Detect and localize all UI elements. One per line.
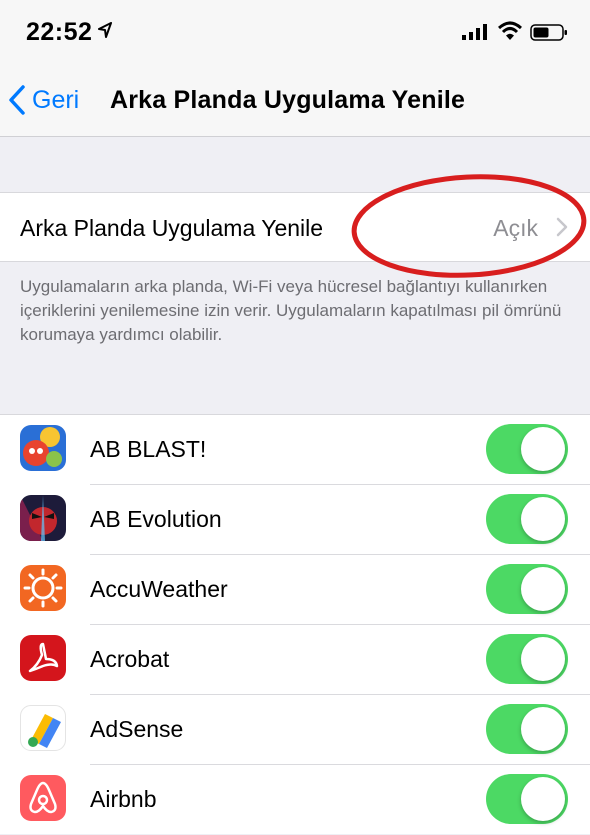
- background-refresh-toggle[interactable]: [486, 634, 568, 684]
- back-button-label: Geri: [32, 85, 80, 114]
- setting-value: Açık: [493, 215, 538, 241]
- status-time: 22:52: [26, 18, 93, 46]
- background-refresh-toggle[interactable]: [486, 704, 568, 754]
- list-item: AB Evolution: [0, 485, 590, 555]
- app-name: AdSense: [90, 716, 184, 742]
- ab-blast-icon: [20, 425, 66, 471]
- list-item: AB BLAST!: [0, 415, 590, 485]
- battery-icon: [530, 24, 567, 41]
- list-item: Airbnb: [0, 765, 590, 835]
- toggle-knob: [521, 567, 565, 611]
- setting-label: Arka Planda Uygulama Yenile: [20, 215, 324, 241]
- accuweather-icon: [20, 565, 66, 611]
- list-item: AccuWeather: [0, 555, 590, 625]
- background-refresh-toggle[interactable]: [486, 494, 568, 544]
- acrobat-icon: [20, 635, 66, 681]
- ab-evolution-icon: [20, 495, 66, 541]
- app-name: AccuWeather: [90, 576, 228, 602]
- app-name: Airbnb: [90, 786, 157, 812]
- location-arrow-icon: [98, 22, 112, 38]
- wifi-icon: [498, 21, 522, 40]
- navigation-bar: Geri Arka Planda Uygulama Yenile: [0, 62, 590, 137]
- airbnb-icon: [20, 775, 66, 821]
- background-refresh-toggle[interactable]: [486, 564, 568, 614]
- back-button[interactable]: Geri: [8, 80, 79, 120]
- list-item: AdSense: [0, 695, 590, 765]
- chevron-right-icon: [556, 217, 568, 237]
- background-refresh-setting-row[interactable]: Arka Planda Uygulama Yenile Açık: [0, 192, 590, 262]
- chevron-left-icon: [9, 85, 25, 115]
- setting-description: Uygulamaların arka planda, Wi-Fi veya hü…: [20, 277, 562, 344]
- list-item: Acrobat: [0, 625, 590, 695]
- adsense-icon: [20, 705, 66, 751]
- app-name: AB Evolution: [90, 506, 222, 532]
- toggle-knob: [521, 637, 565, 681]
- background-refresh-toggle[interactable]: [486, 424, 568, 474]
- app-name: AB BLAST!: [90, 436, 207, 462]
- toggle-knob: [521, 427, 565, 471]
- status-bar: 22:52: [0, 0, 590, 62]
- app-list: AB BLAST! AB Evolution AccuWeather Acrob…: [0, 414, 590, 834]
- toggle-knob: [521, 777, 565, 821]
- background-refresh-toggle[interactable]: [486, 774, 568, 824]
- toggle-knob: [521, 707, 565, 751]
- app-name: Acrobat: [90, 646, 170, 672]
- signal-icon: [462, 24, 487, 40]
- toggle-knob: [521, 497, 565, 541]
- page-title: Arka Planda Uygulama Yenile: [110, 86, 466, 114]
